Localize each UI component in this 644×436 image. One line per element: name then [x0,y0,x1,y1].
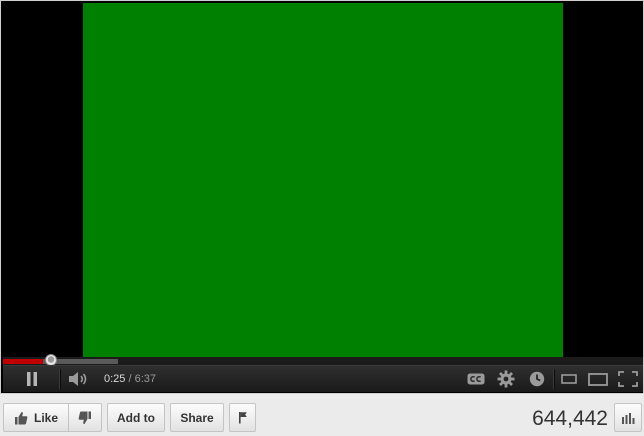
captions-button[interactable] [463,366,489,392]
cc-icon [467,373,485,385]
video-frame[interactable] [83,3,563,358]
control-divider [553,369,555,389]
flag-icon [238,412,247,424]
video-player[interactable]: 0:25 / 6:37 [0,0,644,394]
like-label: Like [33,410,58,425]
watch-later-button[interactable] [524,366,550,392]
large-player-button[interactable] [585,366,611,392]
flag-button[interactable] [229,403,256,432]
small-player-button[interactable] [556,366,582,392]
progress-bar[interactable] [3,354,643,366]
time-separator: / [128,373,132,385]
like-button[interactable]: Like [3,403,69,432]
progress-played [3,359,43,364]
pause-icon [27,372,37,386]
large-player-icon [588,372,608,386]
fullscreen-button[interactable] [615,366,641,392]
view-count: 644,442 [532,407,608,430]
time-display: 0:25 / 6:37 [104,366,156,392]
video-viewport[interactable] [3,3,643,358]
volume-button[interactable] [65,366,93,392]
player-control-bar: 0:25 / 6:37 [3,365,643,392]
control-divider [59,369,61,389]
add-to-button[interactable]: Add to [107,403,165,432]
thumbs-down-icon [78,411,91,424]
bar-chart-icon [622,412,635,424]
stats-button[interactable] [614,403,642,432]
settings-button[interactable] [493,366,519,392]
pause-button[interactable] [17,366,47,392]
dislike-button[interactable] [68,403,102,432]
clock-icon [529,371,545,387]
share-label: Share [180,410,214,425]
gear-icon [497,370,515,388]
share-button[interactable]: Share [170,403,224,432]
current-time: 0:25 [104,373,126,385]
small-player-icon [561,374,577,384]
thumbs-up-icon [14,411,28,424]
duration-time: 6:37 [134,373,157,385]
add-to-label: Add to [117,410,155,425]
volume-icon [69,372,87,386]
fullscreen-icon [618,371,638,387]
